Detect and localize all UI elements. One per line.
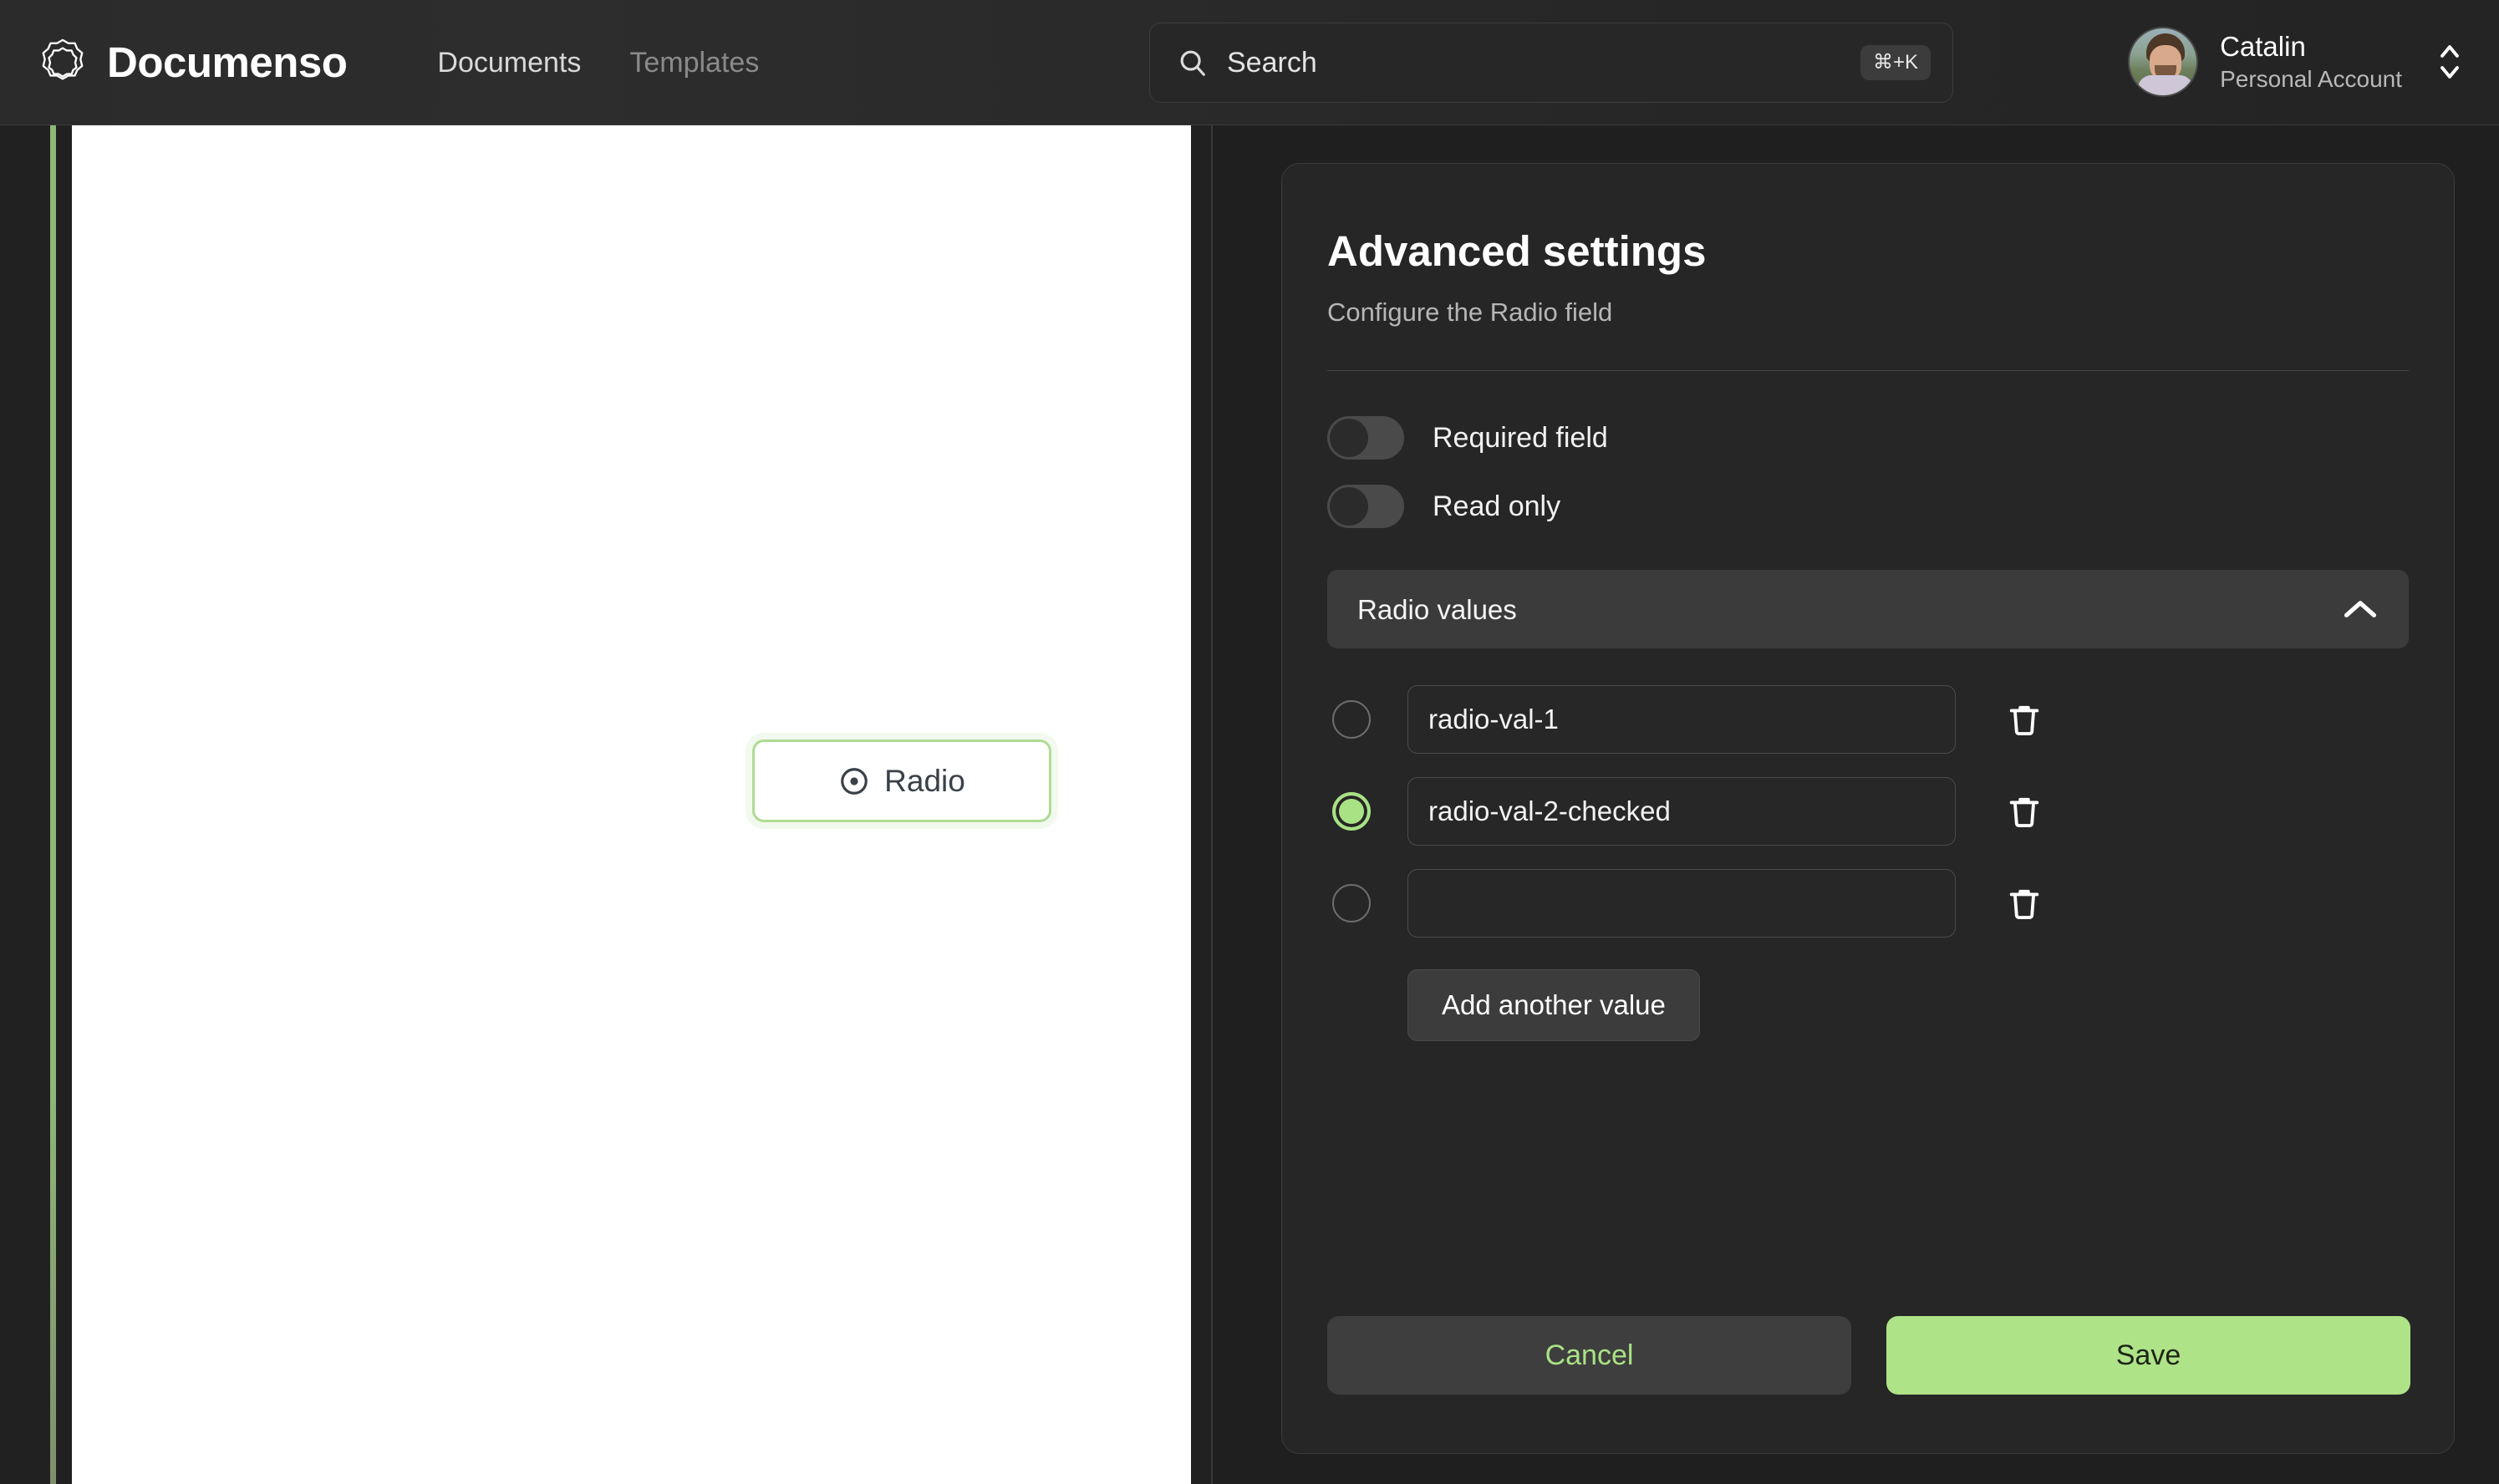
trash-icon [2009, 890, 2039, 920]
document-field-label: Radio [884, 764, 965, 798]
radio-value-row [1327, 869, 2409, 938]
trash-icon [2009, 798, 2039, 828]
panel-separator [1327, 370, 2409, 372]
account-switcher[interactable]: Catalin Personal Account [2128, 20, 2462, 104]
brand-name: Documenso [107, 38, 348, 86]
radio-value-input[interactable] [1407, 777, 1956, 846]
toggle-row-read-only[interactable]: Read only [1327, 485, 2409, 529]
radio-button-icon [841, 767, 868, 795]
account-name: Catalin [2220, 30, 2306, 62]
required-field-toggle[interactable] [1327, 416, 1404, 460]
account-text: Catalin Personal Account [2220, 31, 2402, 93]
panel-footer-actions: Cancel Save [1327, 1316, 2410, 1395]
trash-icon [2009, 706, 2039, 736]
panel-subtitle: Configure the Radio field [1327, 297, 1613, 328]
documenso-rosette-logo-icon [42, 38, 84, 80]
search-bar[interactable]: Search ⌘+K [1149, 23, 1953, 103]
radio-option-toggle[interactable] [1332, 792, 1371, 831]
read-only-toggle[interactable] [1327, 485, 1404, 529]
radio-value-row [1327, 777, 2409, 846]
document-viewer: Radio [0, 125, 1212, 1484]
read-only-label: Read only [1433, 490, 1561, 523]
radio-values-label: Radio values [1357, 593, 1517, 625]
radio-value-input[interactable] [1407, 869, 1956, 938]
radio-option-toggle[interactable] [1332, 700, 1371, 739]
page-title: Advanced settings [1327, 227, 1707, 275]
chevron-up-icon[interactable] [2342, 597, 2379, 622]
radio-values-accordion-header[interactable]: Radio values [1327, 570, 2409, 649]
radio-value-input[interactable] [1407, 685, 1956, 755]
document-field-radio[interactable]: Radio [752, 739, 1051, 822]
top-header: Documenso Documents Templates Search ⌘+K… [0, 0, 2499, 125]
search-input[interactable]: Search [1227, 47, 1860, 79]
brand[interactable]: Documenso [37, 37, 348, 89]
required-field-label: Required field [1433, 422, 1608, 455]
document-progress-rail [50, 125, 56, 1484]
nav-link-templates[interactable]: Templates [629, 48, 759, 77]
add-another-value-button[interactable]: Add another value [1407, 969, 1700, 1042]
toggle-knob [1330, 487, 1368, 526]
account-subtitle: Personal Account [2220, 65, 2402, 92]
save-button[interactable]: Save [1886, 1316, 2410, 1395]
delete-value-button[interactable] [1999, 878, 2049, 928]
nav-link-documents[interactable]: Documents [437, 48, 581, 77]
radio-value-row [1327, 685, 2409, 755]
cancel-button[interactable]: Cancel [1327, 1316, 1851, 1395]
panel-divider [1211, 125, 1213, 1484]
toggle-row-required-field[interactable]: Required field [1327, 416, 2409, 460]
avatar [2128, 27, 2199, 97]
radio-option-toggle[interactable] [1332, 884, 1371, 923]
main-nav: Documents Templates [437, 48, 759, 77]
advanced-settings-panel: Advanced settings Configure the Radio fi… [1281, 163, 2455, 1454]
delete-value-button[interactable] [1999, 694, 2049, 745]
delete-value-button[interactable] [1999, 786, 2049, 836]
radio-values-list: Add another value [1327, 685, 2409, 1042]
search-shortcut-badge: ⌘+K [1860, 45, 1931, 80]
toggle-knob [1330, 419, 1368, 458]
app-root: Documenso Documents Templates Search ⌘+K… [0, 0, 2499, 1484]
chevron-up-down-icon [2440, 45, 2459, 79]
search-icon [1180, 50, 1205, 76]
